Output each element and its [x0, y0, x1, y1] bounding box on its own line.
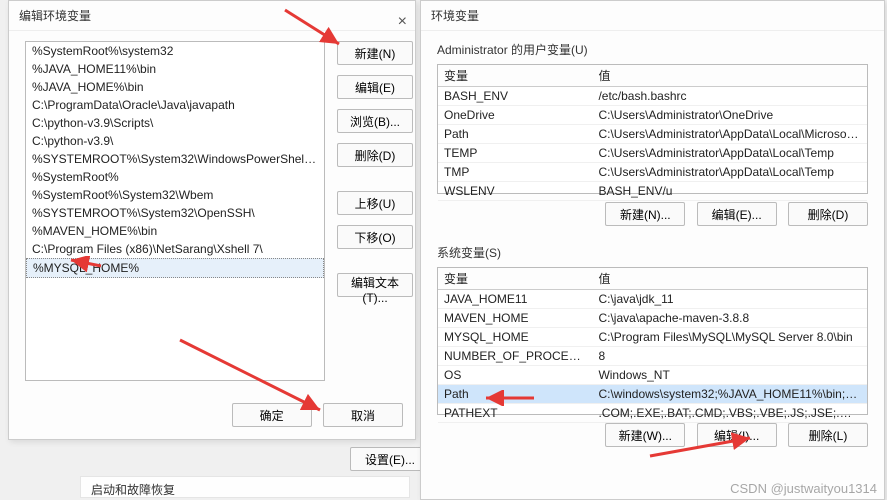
- table-row[interactable]: WSLENVBASH_ENV/u: [438, 182, 867, 201]
- list-item[interactable]: %MAVEN_HOME%\bin: [26, 222, 324, 240]
- col-header-value[interactable]: 值: [592, 268, 867, 290]
- env-vars-dialog: 环境变量 Administrator 的用户变量(U) 变量 值 BASH_EN…: [420, 0, 885, 500]
- table-row[interactable]: OSWindows_NT: [438, 366, 867, 385]
- table-row[interactable]: MAVEN_HOMEC:\java\apache-maven-3.8.8: [438, 309, 867, 328]
- sys-vars-heading: 系统变量(S): [437, 244, 868, 261]
- close-icon[interactable]: ×: [398, 7, 407, 37]
- table-row[interactable]: BASH_ENV/etc/bash.bashrc: [438, 87, 867, 106]
- list-item[interactable]: %SystemRoot%: [26, 168, 324, 186]
- edit-text-button[interactable]: 编辑文本(T)...: [337, 273, 413, 297]
- move-down-button[interactable]: 下移(O): [337, 225, 413, 249]
- col-header-value[interactable]: 值: [592, 65, 867, 87]
- dialog-titlebar: 环境变量: [421, 1, 884, 31]
- list-item[interactable]: %SystemRoot%\System32\Wbem: [26, 186, 324, 204]
- table-row[interactable]: JAVA_HOME11C:\java\jdk_11: [438, 290, 867, 309]
- table-row[interactable]: TEMPC:\Users\Administrator\AppData\Local…: [438, 144, 867, 163]
- user-vars-heading: Administrator 的用户变量(U): [437, 41, 868, 58]
- ok-button[interactable]: 确定: [232, 403, 312, 427]
- col-header-variable[interactable]: 变量: [438, 65, 592, 87]
- cancel-button[interactable]: 取消: [323, 403, 403, 427]
- list-item[interactable]: %SYSTEMROOT%\System32\WindowsPowerShell\…: [26, 150, 324, 168]
- sys-new-button[interactable]: 新建(W)...: [605, 423, 685, 447]
- sys-delete-button[interactable]: 删除(L): [788, 423, 868, 447]
- startup-recovery-section: 启动和故障恢复: [80, 476, 410, 498]
- sys-edit-button[interactable]: 编辑(I)...: [697, 423, 777, 447]
- user-delete-button[interactable]: 删除(D): [788, 202, 868, 226]
- dialog-title: 环境变量: [431, 9, 479, 23]
- table-row[interactable]: PathC:\windows\system32;%JAVA_HOME11%\bi…: [438, 385, 867, 404]
- dialog-titlebar: 编辑环境变量 ×: [9, 1, 415, 31]
- list-item[interactable]: %SystemRoot%\system32: [26, 42, 324, 60]
- user-new-button[interactable]: 新建(N)...: [605, 202, 685, 226]
- list-item[interactable]: C:\ProgramData\Oracle\Java\javapath: [26, 96, 324, 114]
- settings-button[interactable]: 设置(E)...: [350, 447, 430, 471]
- col-header-variable[interactable]: 变量: [438, 268, 592, 290]
- table-row[interactable]: PathC:\Users\Administrator\AppData\Local…: [438, 125, 867, 144]
- user-edit-button[interactable]: 编辑(E)...: [697, 202, 777, 226]
- list-item[interactable]: %JAVA_HOME11%\bin: [26, 60, 324, 78]
- list-item[interactable]: C:\python-v3.9\Scripts\: [26, 114, 324, 132]
- path-entries-list[interactable]: %SystemRoot%\system32 %JAVA_HOME11%\bin …: [25, 41, 325, 381]
- user-vars-table[interactable]: 变量 值 BASH_ENV/etc/bash.bashrc OneDriveC:…: [437, 64, 868, 194]
- list-item[interactable]: C:\Program Files (x86)\NetSarang\Xshell …: [26, 240, 324, 258]
- browse-button[interactable]: 浏览(B)...: [337, 109, 413, 133]
- table-row[interactable]: NUMBER_OF_PROCESSORS8: [438, 347, 867, 366]
- table-row[interactable]: PATHEXT.COM;.EXE;.BAT;.CMD;.VBS;.VBE;.JS…: [438, 404, 867, 423]
- edit-env-var-dialog: 编辑环境变量 × %SystemRoot%\system32 %JAVA_HOM…: [8, 0, 416, 440]
- move-up-button[interactable]: 上移(U): [337, 191, 413, 215]
- list-item[interactable]: C:\python-v3.9\: [26, 132, 324, 150]
- table-row[interactable]: MYSQL_HOMEC:\Program Files\MySQL\MySQL S…: [438, 328, 867, 347]
- edit-button[interactable]: 编辑(E): [337, 75, 413, 99]
- list-item[interactable]: %MYSQL_HOME%: [26, 258, 324, 278]
- list-item[interactable]: %SYSTEMROOT%\System32\OpenSSH\: [26, 204, 324, 222]
- table-row[interactable]: OneDriveC:\Users\Administrator\OneDrive: [438, 106, 867, 125]
- list-item[interactable]: %JAVA_HOME%\bin: [26, 78, 324, 96]
- new-button[interactable]: 新建(N): [337, 41, 413, 65]
- sys-vars-table[interactable]: 变量 值 JAVA_HOME11C:\java\jdk_11 MAVEN_HOM…: [437, 267, 868, 415]
- watermark: CSDN @justwaityou1314: [730, 481, 877, 496]
- table-row[interactable]: TMPC:\Users\Administrator\AppData\Local\…: [438, 163, 867, 182]
- delete-button[interactable]: 删除(D): [337, 143, 413, 167]
- dialog-title: 编辑环境变量: [19, 9, 91, 23]
